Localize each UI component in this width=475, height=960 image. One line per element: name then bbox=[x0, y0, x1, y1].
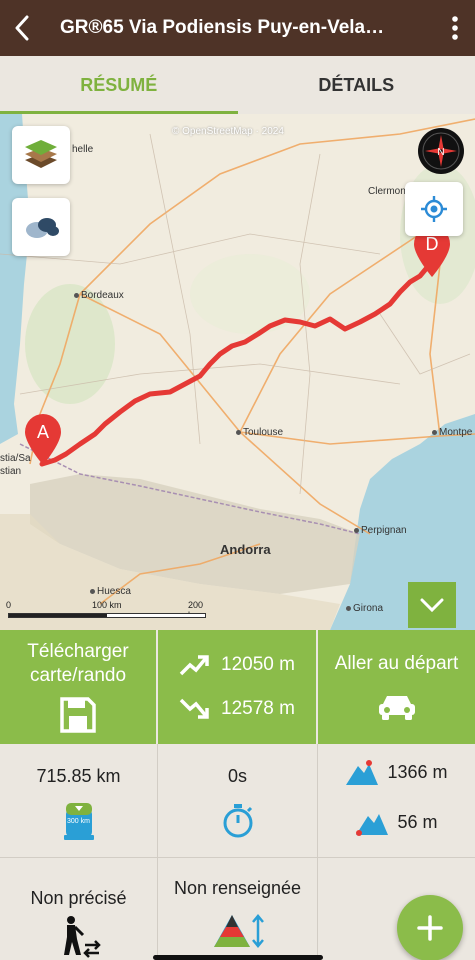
city-dot bbox=[354, 527, 359, 533]
mountain-peak-icon bbox=[346, 760, 379, 785]
scale-track bbox=[8, 613, 206, 618]
more-options-button[interactable] bbox=[435, 0, 475, 56]
app-root: GR®65 Via Podiensis Puy-en-Vela… RÉSUMÉ … bbox=[0, 0, 475, 960]
city-dot bbox=[346, 605, 351, 611]
collapse-map-button[interactable] bbox=[408, 582, 456, 628]
city-label-rochelle: helle bbox=[72, 144, 94, 155]
min-altitude-value: 56 m bbox=[397, 811, 438, 832]
plus-icon bbox=[417, 915, 443, 941]
city-label-bordeaux: Bordeaux bbox=[74, 290, 124, 301]
city-name: Girona bbox=[353, 603, 384, 614]
city-dot bbox=[90, 588, 95, 594]
top-bar: GR®65 Via Podiensis Puy-en-Vela… bbox=[0, 0, 475, 56]
city-label-girona: Girona bbox=[346, 603, 383, 614]
map-attribution: © OpenStreetMap · 2024 bbox=[172, 126, 284, 137]
practice-cell: Non précisé bbox=[0, 858, 158, 960]
elevation-loss-value: 12578 m bbox=[221, 698, 295, 719]
download-button[interactable]: Télécharger carte/rando bbox=[0, 630, 158, 744]
scale-bar: 0 100 km 200 km bbox=[6, 598, 216, 624]
scale-fill bbox=[9, 614, 107, 617]
more-vert-icon bbox=[452, 16, 458, 40]
city-dot bbox=[432, 429, 437, 435]
go-to-start-button[interactable]: Aller au départ bbox=[318, 630, 475, 744]
stopwatch-icon bbox=[223, 804, 252, 838]
max-altitude-value: 1366 m bbox=[387, 761, 448, 782]
city-dot bbox=[236, 429, 241, 435]
distance-cell: 715.85 km 300 km bbox=[0, 744, 158, 858]
distance-badge: 300 km bbox=[63, 801, 94, 841]
city-name: Montpe bbox=[439, 427, 473, 438]
end-marker-label: D bbox=[425, 234, 439, 254]
difficulty-cell: Non renseignée bbox=[158, 858, 318, 960]
city-label-montpellier: Montpe bbox=[432, 427, 472, 438]
city-name: Bordeaux bbox=[81, 290, 124, 301]
practice-value: Non précisé bbox=[30, 888, 127, 908]
elevation-gain: 12050 m bbox=[179, 643, 295, 687]
scale-mid: 100 km bbox=[92, 600, 122, 610]
min-altitude: 56 m bbox=[355, 808, 438, 836]
trend-down-icon bbox=[179, 698, 209, 719]
back-button[interactable] bbox=[0, 0, 44, 56]
download-label-line1: Télécharger bbox=[27, 641, 129, 662]
duration-value: 0s bbox=[227, 766, 247, 786]
city-name: Perpignan bbox=[361, 525, 407, 536]
duration-cell: 0s bbox=[158, 744, 318, 858]
tab-resume[interactable]: RÉSUMÉ bbox=[0, 56, 238, 114]
city-label-perpignan: Perpignan bbox=[354, 525, 407, 536]
distance-value: 715.85 km bbox=[36, 766, 121, 786]
weather-button[interactable] bbox=[12, 198, 70, 256]
locate-button[interactable] bbox=[405, 182, 463, 236]
page-title: GR®65 Via Podiensis Puy-en-Vela… bbox=[60, 17, 385, 38]
city-label-toulouse: Toulouse bbox=[236, 427, 283, 438]
max-altitude: 1366 m bbox=[345, 758, 448, 786]
action-row: Télécharger carte/rando 12050 m 12578 m … bbox=[0, 630, 475, 744]
city-label-stian: stian bbox=[0, 466, 22, 477]
compass-button[interactable]: N bbox=[418, 128, 464, 174]
download-label-line2: carte/rando bbox=[29, 665, 127, 686]
start-marker[interactable]: A bbox=[23, 412, 63, 466]
mountain-base-icon bbox=[356, 814, 389, 836]
trend-up-icon bbox=[179, 655, 209, 676]
city-name: Huesca bbox=[97, 586, 131, 597]
difficulty-pyramid-icon bbox=[213, 914, 264, 948]
weather-icon bbox=[26, 218, 59, 238]
difficulty-value: Non renseignée bbox=[173, 878, 302, 898]
chevron-down-icon bbox=[420, 598, 444, 612]
city-name: Toulouse bbox=[243, 427, 284, 438]
layers-icon bbox=[25, 140, 57, 168]
distance-badge-text: 300 km bbox=[67, 818, 90, 825]
elevation-gain-value: 12050 m bbox=[221, 654, 295, 675]
elevation-panel[interactable]: 12050 m 12578 m bbox=[158, 630, 318, 744]
city-dot bbox=[74, 292, 79, 298]
elevation-loss: 12578 m bbox=[179, 687, 295, 731]
go-to-start-label: Aller au départ bbox=[334, 653, 459, 674]
tab-details[interactable]: DÉTAILS bbox=[238, 56, 475, 114]
city-label-huesca: Huesca bbox=[90, 586, 131, 597]
home-indicator bbox=[153, 955, 323, 960]
car-icon bbox=[378, 696, 415, 720]
city-label-andorra: Andorra bbox=[220, 542, 271, 557]
compass-icon: N bbox=[422, 132, 460, 170]
save-icon bbox=[60, 697, 96, 733]
add-button[interactable] bbox=[397, 895, 463, 960]
scale-zero: 0 bbox=[6, 600, 12, 610]
locate-icon bbox=[421, 196, 447, 222]
svg-text:N: N bbox=[437, 147, 444, 158]
back-arrow-icon bbox=[15, 15, 29, 41]
start-marker-label: A bbox=[36, 422, 49, 442]
hiker-icon bbox=[63, 916, 101, 958]
tab-bar: RÉSUMÉ DÉTAILS bbox=[0, 56, 475, 114]
route-map[interactable]: © OpenStreetMap · 2024 helle Clermont-Fe… bbox=[0, 114, 475, 630]
altitude-cell: 1366 m 56 m bbox=[318, 744, 475, 858]
layers-button[interactable] bbox=[12, 126, 70, 184]
